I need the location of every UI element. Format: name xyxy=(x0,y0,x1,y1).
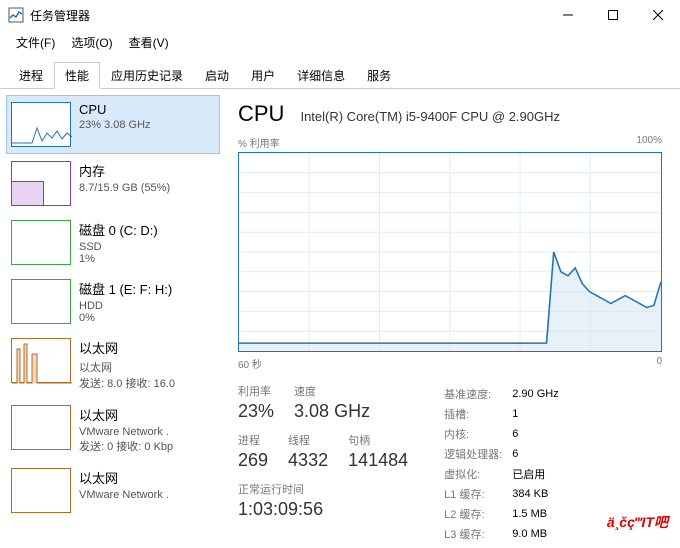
sidebar-item-sub: 23% 3.08 GHz xyxy=(79,119,151,131)
chart-ymax: 100% xyxy=(636,135,662,150)
tab-row: 进程 性能 应用历史记录 启动 用户 详细信息 服务 xyxy=(0,57,680,89)
sidebar-item-name: 以太网 xyxy=(79,468,169,487)
cpu-chart[interactable] xyxy=(238,152,662,352)
chart-ylabel: % 利用率 xyxy=(238,135,280,150)
sidebar-item-sub: 8.7/15.9 GB (55%) xyxy=(79,182,170,194)
watermark: ä¸čç‴IT吧 xyxy=(607,512,668,532)
titlebar: 任务管理器 xyxy=(0,0,680,30)
sidebar-item-sub2: 发送: 8.0 接收: 16.0 xyxy=(79,375,175,391)
label-util: 利用率 xyxy=(238,383,274,399)
sidebar-item-4[interactable]: 以太网以太网发送: 8.0 接收: 16.0 xyxy=(6,331,220,398)
label-uptime: 正常运行时间 xyxy=(238,481,323,497)
sidebar-item-sub: VMware Network . xyxy=(79,489,169,501)
maximize-button[interactable] xyxy=(590,0,635,30)
tab-processes[interactable]: 进程 xyxy=(8,62,54,89)
sidebar-item-0[interactable]: CPU 23% 3.08 GHz xyxy=(6,95,220,154)
cpu-model: Intel(R) Core(TM) i5-9400F CPU @ 2.90GHz xyxy=(300,109,560,124)
menu-file[interactable]: 文件(F) xyxy=(8,32,63,53)
value-proc: 269 xyxy=(238,450,268,471)
sidebar-item-sub: SSD xyxy=(79,241,158,253)
label-threads: 线程 xyxy=(288,432,328,448)
main-panel: CPU Intel(R) Core(TM) i5-9400F CPU @ 2.9… xyxy=(220,89,680,548)
sidebar-item-sub2: 发送: 0 接收: 0 Kbp xyxy=(79,438,173,454)
tab-details[interactable]: 详细信息 xyxy=(286,62,356,89)
chart-xleft: 60 秒 xyxy=(238,356,262,371)
sidebar-item-sub: VMware Network . xyxy=(79,426,173,438)
label-handles: 句柄 xyxy=(348,432,408,448)
sidebar-item-name: 磁盘 0 (C: D:) xyxy=(79,220,158,239)
label-speed: 速度 xyxy=(294,383,370,399)
thumb-icon xyxy=(11,279,71,324)
close-button[interactable] xyxy=(635,0,680,30)
label-proc: 进程 xyxy=(238,432,268,448)
value-uptime: 1:03:09:56 xyxy=(238,499,323,520)
page-title: CPU xyxy=(238,101,284,127)
sidebar-item-5[interactable]: 以太网 VMware Network .发送: 0 接收: 0 Kbp xyxy=(6,398,220,461)
sidebar-item-1[interactable]: 内存 8.7/15.9 GB (55%) xyxy=(6,154,220,213)
value-util: 23% xyxy=(238,401,274,422)
window-title: 任务管理器 xyxy=(30,7,545,24)
app-icon xyxy=(8,7,24,23)
menu-options[interactable]: 选项(O) xyxy=(63,32,120,53)
sidebar-item-sub2: 0% xyxy=(79,312,172,324)
sidebar-item-2[interactable]: 磁盘 0 (C: D:) SSD1% xyxy=(6,213,220,272)
thumb-icon xyxy=(11,220,71,265)
value-speed: 3.08 GHz xyxy=(294,401,370,422)
sidebar-item-name: 以太网 xyxy=(79,338,175,357)
menubar: 文件(F) 选项(O) 查看(V) xyxy=(0,30,680,57)
sidebar-item-sub: HDD xyxy=(79,300,172,312)
value-threads: 4332 xyxy=(288,450,328,471)
sidebar-item-name: 磁盘 1 (E: F: H:) xyxy=(79,279,172,298)
tab-services[interactable]: 服务 xyxy=(356,62,402,89)
thumb-icon xyxy=(11,405,71,450)
thumb-icon xyxy=(11,161,71,206)
tab-performance[interactable]: 性能 xyxy=(54,62,100,89)
menu-view[interactable]: 查看(V) xyxy=(121,32,177,53)
minimize-button[interactable] xyxy=(545,0,590,30)
tab-app-history[interactable]: 应用历史记录 xyxy=(100,62,194,89)
sidebar-item-name: 内存 xyxy=(79,161,170,180)
value-handles: 141484 xyxy=(348,450,408,471)
chart-xright: 0 xyxy=(656,356,662,371)
sidebar-item-name: 以太网 xyxy=(79,405,173,424)
sidebar: CPU 23% 3.08 GHz 内存 8.7/15.9 GB (55%) 磁盘 0 (… xyxy=(0,89,220,548)
sidebar-item-name: CPU xyxy=(79,102,151,117)
tab-startup[interactable]: 启动 xyxy=(194,62,240,89)
tab-users[interactable]: 用户 xyxy=(240,62,286,89)
spec-table: 基准速度:2.90 GHz 插槽:1 内核:6 逻辑处理器:6 虚拟化:已启用 … xyxy=(438,383,565,545)
sidebar-item-6[interactable]: 以太网 VMware Network . xyxy=(6,461,220,520)
thumb-icon xyxy=(11,102,71,147)
sidebar-item-sub: 以太网 xyxy=(79,359,175,375)
sidebar-item-sub2: 1% xyxy=(79,253,158,265)
thumb-icon xyxy=(11,338,71,383)
sidebar-item-3[interactable]: 磁盘 1 (E: F: H:) HDD0% xyxy=(6,272,220,331)
thumb-icon xyxy=(11,468,71,513)
